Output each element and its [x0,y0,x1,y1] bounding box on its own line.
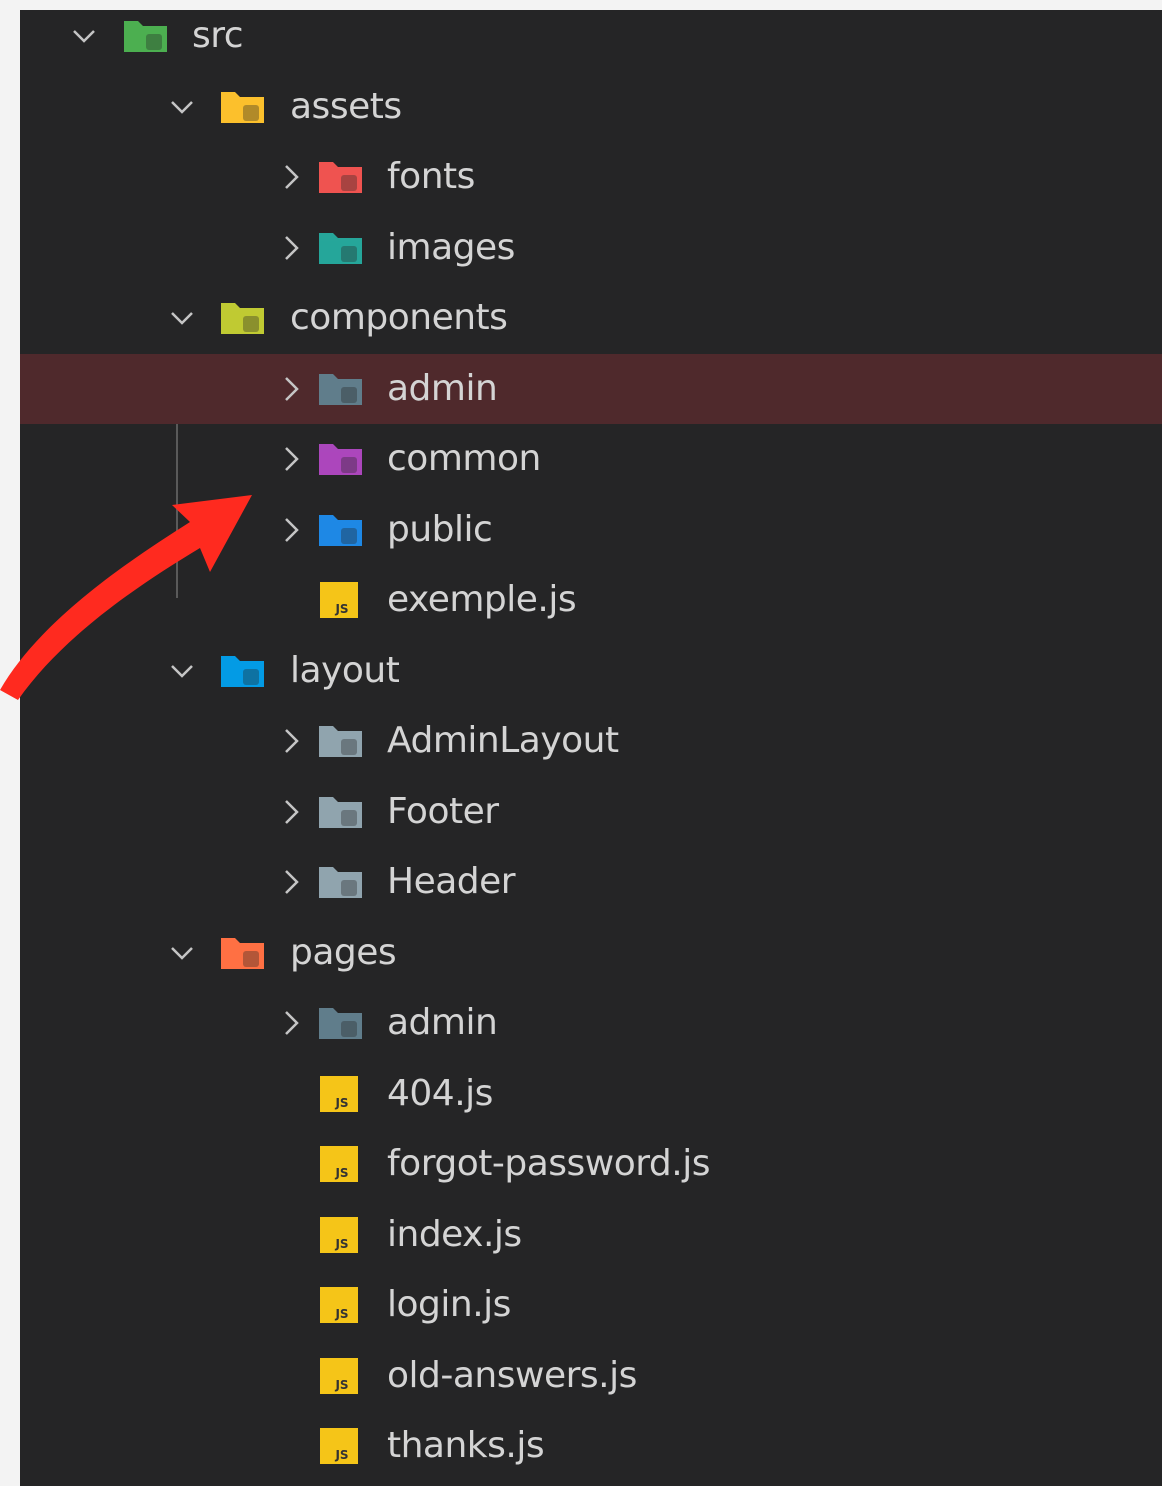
javascript-file-icon: JS [318,1216,364,1253]
chevron-down-icon[interactable] [164,636,200,706]
folder-row-src[interactable]: src [20,1,1162,71]
file-row-old-answers-js[interactable]: JS old-answers.js [20,1341,1162,1411]
folder-row-assets[interactable]: assets [20,72,1162,142]
file-name: forgot-password.js [387,1143,710,1184]
svg-text:JS: JS [334,1166,348,1180]
folder-row-images[interactable]: images [20,213,1162,283]
folder-row-components[interactable]: components [20,283,1162,353]
folder-row-public[interactable]: public [20,495,1162,565]
src-folder-icon [123,18,169,54]
javascript-file-icon: JS [318,1357,364,1394]
folder-name: images [387,226,515,268]
chevron-right-icon[interactable] [268,847,304,917]
javascript-file-icon: JS [318,1075,364,1112]
components-folder-icon [220,300,266,336]
file-name: exemple.js [387,579,577,620]
assets-folder-icon [220,89,266,125]
file-name: thanks.js [387,1425,545,1466]
folder-row-layout[interactable]: layout [20,636,1162,706]
folder-name: layout [290,649,400,691]
fonts-folder-icon [318,159,364,195]
chevron-down-icon[interactable] [164,72,200,142]
folder-icon [318,794,364,830]
layout-folder-icon [220,653,266,689]
file-explorer-panel: src assets fonts images components admin commo… [20,10,1162,1486]
folder-name: common [387,438,541,479]
folder-name: admin [387,1002,498,1043]
folder-icon [318,723,364,759]
chevron-right-icon[interactable] [268,706,304,776]
svg-text:JS: JS [334,1096,348,1110]
images-folder-icon [318,230,364,266]
folder-name: admin [387,367,498,409]
folder-row-adminlayout[interactable]: AdminLayout [20,706,1162,776]
admin-folder-icon [318,371,364,407]
file-row-404-js[interactable]: JS 404.js [20,1059,1162,1129]
file-row-exemple-js[interactable]: JS exemple.js [20,565,1162,635]
file-row-thanks-js[interactable]: JS thanks.js [20,1411,1162,1481]
file-name: 404.js [387,1072,493,1114]
folder-row-admin[interactable]: admin [20,988,1162,1058]
folder-name: src [192,15,244,56]
folder-name: public [387,508,493,550]
file-row-index-js[interactable]: JS index.js [20,1200,1162,1270]
chevron-right-icon[interactable] [268,495,304,565]
folder-row-admin[interactable]: admin [20,353,1162,424]
chevron-right-icon[interactable] [268,213,304,283]
svg-text:JS: JS [334,1237,348,1251]
chevron-down-icon[interactable] [164,918,200,988]
admin-folder-icon [318,1005,364,1041]
chevron-right-icon[interactable] [268,424,304,494]
chevron-right-icon[interactable] [268,142,304,212]
common-folder-icon [318,441,364,477]
file-row-login-js[interactable]: JS login.js [20,1270,1162,1340]
chevron-down-icon[interactable] [66,1,102,71]
svg-text:JS: JS [334,602,348,616]
chevron-right-icon[interactable] [268,354,304,424]
folder-name: Footer [387,790,499,832]
folder-name: AdminLayout [387,720,619,761]
file-row-forgot-password-js[interactable]: JS forgot-password.js [20,1129,1162,1199]
javascript-file-icon: JS [318,1428,364,1464]
folder-row-common[interactable]: common [20,424,1162,494]
folder-name: fonts [387,156,475,197]
svg-text:JS: JS [334,1378,348,1392]
folder-name: assets [290,85,402,127]
folder-row-header[interactable]: Header [20,847,1162,917]
pages-folder-icon [220,935,266,971]
file-name: old-answers.js [387,1354,637,1396]
javascript-file-icon: JS [318,1146,364,1182]
folder-row-footer[interactable]: Footer [20,777,1162,847]
file-name: login.js [387,1284,511,1325]
javascript-file-icon: JS [318,582,364,618]
folder-row-fonts[interactable]: fonts [20,142,1162,212]
svg-text:JS: JS [334,1307,348,1321]
chevron-right-icon[interactable] [268,988,304,1058]
public-folder-icon [318,512,364,548]
svg-text:JS: JS [334,1448,348,1462]
folder-name: components [290,297,508,338]
folder-row-pages[interactable]: pages [20,918,1162,988]
folder-name: pages [290,931,397,973]
javascript-file-icon: JS [318,1287,364,1323]
folder-name: Header [387,861,516,902]
chevron-down-icon[interactable] [164,283,200,353]
chevron-right-icon[interactable] [268,777,304,847]
file-name: index.js [387,1213,522,1255]
folder-icon [318,864,364,900]
